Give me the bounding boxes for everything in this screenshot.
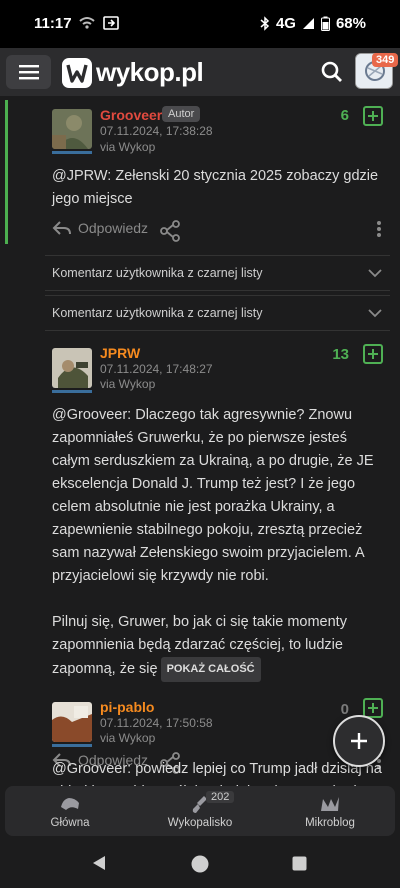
chevron-down-icon (368, 269, 382, 278)
add-button[interactable] (333, 715, 385, 767)
status-bar: 11:17 4G 68% (0, 0, 400, 48)
vote-count: 0 (340, 701, 349, 718)
wifi-calling-icon (79, 17, 95, 29)
battery-icon (320, 16, 330, 31)
reply-button[interactable]: Odpowiedz (52, 220, 148, 236)
status-time: 11:17 (34, 15, 72, 32)
nav-label: Wykopalisko (167, 817, 233, 829)
comment-text: @Grooveer: powiedz lepiej co Trump jadł … (52, 761, 382, 786)
cast-icon (103, 16, 119, 30)
upvote-button[interactable] (363, 106, 383, 126)
chevron-down-icon (368, 309, 382, 318)
wykop-logo[interactable]: wykop.pl (62, 57, 204, 88)
logo-text: wykop.pl (96, 57, 204, 87)
vote-count: 13 (332, 346, 349, 363)
blacklisted-comment[interactable]: Komentarz użytkownika z czarnej listy (45, 255, 390, 291)
more-options-icon[interactable] (376, 220, 382, 238)
network-type: 4G (275, 15, 296, 32)
comment-source: via Wykop (100, 731, 156, 745)
share-icon[interactable] (160, 220, 182, 242)
search-icon[interactable] (320, 60, 344, 84)
system-navigation-bar (0, 836, 400, 888)
comment-username[interactable]: Grooveer (100, 107, 162, 123)
comments-list[interactable]: Grooveer Autor 07.11.2024, 17:38:28 via … (0, 96, 400, 786)
comment-date: 07.11.2024, 17:50:58 (100, 716, 213, 730)
comment-username[interactable]: JPRW (100, 345, 140, 361)
comment-date: 07.11.2024, 17:48:27 (100, 362, 213, 376)
comment-paragraph: Pilnuj się, Gruwer, bo jak ci się takie … (52, 611, 388, 682)
comment-text: @Grooveer: Dlaczego tak agresywnie? Znow… (52, 404, 388, 682)
home-icon (61, 798, 79, 810)
signal-icon (302, 18, 314, 29)
app-header: wykop.pl (0, 48, 400, 96)
home-circle-icon[interactable] (191, 855, 209, 873)
bluetooth-icon (260, 16, 270, 31)
blacklisted-comment-label: Komentarz użytkownika z czarnej listy (52, 266, 263, 280)
show-all-button[interactable]: POKAŻ CAŁOŚĆ (160, 657, 261, 682)
vote-count: 6 (340, 107, 349, 124)
battery-percent: 68% (335, 15, 366, 32)
comment-username[interactable]: pi-pablo (100, 699, 154, 715)
recents-icon[interactable] (292, 856, 307, 871)
wykop-logo-icon (62, 57, 92, 88)
comment-source: via Wykop (100, 140, 156, 154)
blacklisted-comment[interactable]: Komentarz użytkownika z czarnej listy (45, 295, 390, 331)
reply-icon (52, 221, 71, 235)
comment-date: 07.11.2024, 17:38:28 (100, 124, 213, 138)
nav-label: Główna (50, 817, 90, 829)
plus-icon (351, 733, 367, 749)
reply-label: Odpowiedz (78, 220, 149, 236)
back-icon[interactable] (92, 855, 106, 871)
avatar[interactable] (52, 109, 92, 149)
avatar[interactable] (52, 702, 92, 742)
nav-item-mikroblog[interactable]: Mikroblog (265, 786, 395, 836)
notification-badge[interactable]: 349 (372, 53, 399, 67)
thread-indicator (5, 100, 8, 244)
mikroblog-icon (321, 797, 339, 811)
comment-text: @JPRW: Zełenski 20 stycznia 2025 zobaczy… (52, 168, 379, 207)
blacklisted-comment-label: Komentarz użytkownika z czarnej listy (52, 306, 263, 320)
avatar[interactable] (52, 348, 92, 388)
comment-source: via Wykop (100, 377, 156, 391)
bottom-navigation: Główna Wykopalisko Mikroblog (5, 786, 395, 836)
author-badge: Autor (162, 106, 201, 122)
comment-paragraph: @Grooveer: Dlaczego tak agresywnie? Znow… (52, 407, 374, 584)
wykopalisko-count-badge: 202 (206, 791, 235, 803)
nav-item-wykopalisko[interactable]: Wykopalisko (135, 786, 265, 836)
hamburger-icon (18, 65, 39, 80)
nav-label: Mikroblog (305, 817, 355, 829)
menu-button[interactable] (6, 55, 51, 89)
upvote-button[interactable] (363, 344, 383, 364)
nav-item-glowna[interactable]: Główna (5, 786, 135, 836)
